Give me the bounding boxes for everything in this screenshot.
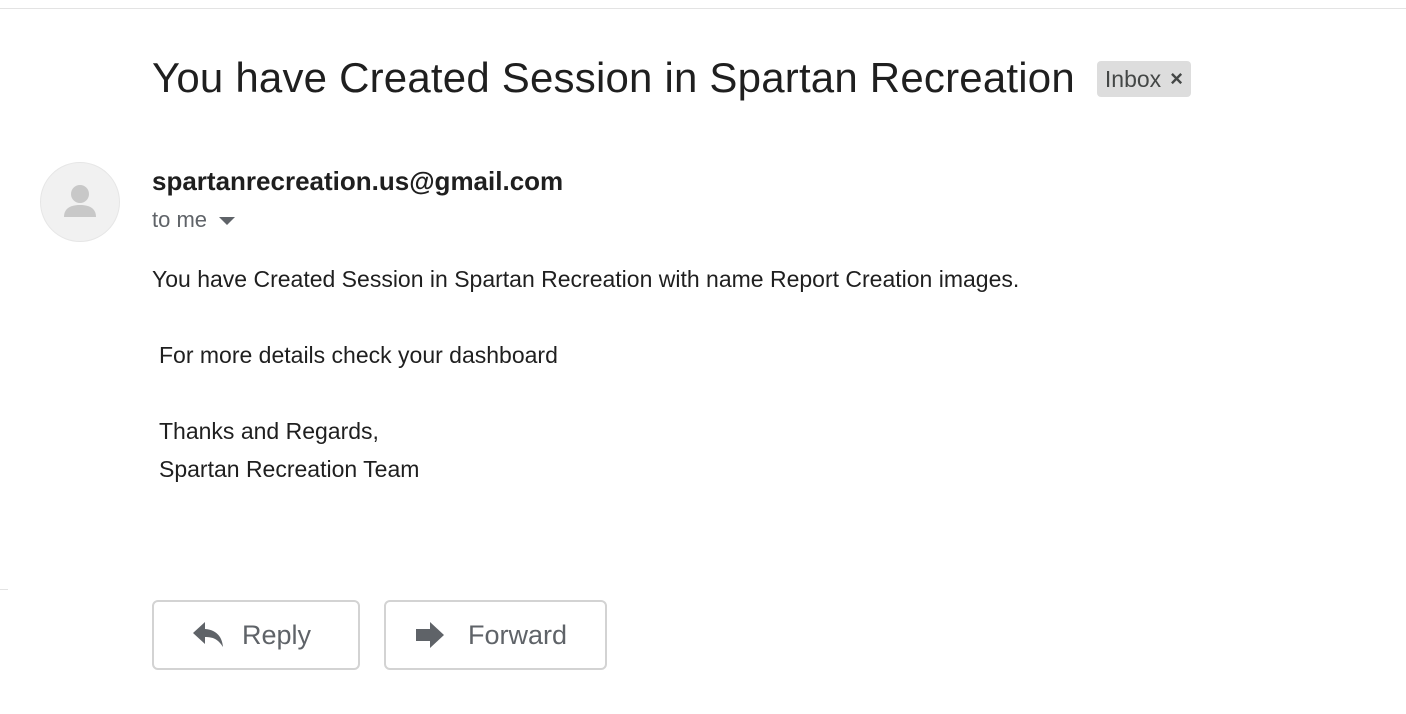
- body-line-4: Spartan Recreation Team: [159, 456, 420, 482]
- body-line-2: For more details check your dashboard: [159, 342, 558, 368]
- recipient-line: to me: [152, 207, 236, 233]
- reply-button[interactable]: Reply: [152, 600, 360, 670]
- remove-label-icon[interactable]: ×: [1170, 66, 1183, 92]
- message-actions: Reply Forward: [152, 600, 607, 670]
- forward-icon: [412, 617, 448, 653]
- sender-avatar[interactable]: [40, 162, 120, 242]
- chevron-down-icon[interactable]: [219, 217, 236, 225]
- sender-email[interactable]: spartanrecreation.us@gmail.com: [152, 166, 563, 197]
- inbox-label-text: Inbox: [1104, 65, 1162, 92]
- inbox-label-chip[interactable]: Inbox ×: [1096, 61, 1192, 97]
- forward-label: Forward: [468, 619, 568, 650]
- body-spacer: [152, 374, 1019, 412]
- reply-icon: [190, 617, 226, 653]
- left-divider: [0, 589, 8, 590]
- recipient-text: to me: [152, 207, 208, 232]
- email-subject: You have Created Session in Spartan Recr…: [152, 54, 1075, 101]
- person-icon: [64, 185, 96, 217]
- body-line-1: You have Created Session in Spartan Recr…: [152, 266, 1020, 292]
- body-line-3: Thanks and Regards,: [159, 418, 379, 444]
- top-divider: [0, 8, 1406, 9]
- email-body: You have Created Session in Spartan Recr…: [152, 260, 1019, 488]
- body-spacer: [152, 298, 1019, 336]
- subject-row: You have Created Session in Spartan Recr…: [152, 52, 1192, 104]
- reply-label: Reply: [242, 619, 312, 650]
- forward-button[interactable]: Forward: [384, 600, 607, 670]
